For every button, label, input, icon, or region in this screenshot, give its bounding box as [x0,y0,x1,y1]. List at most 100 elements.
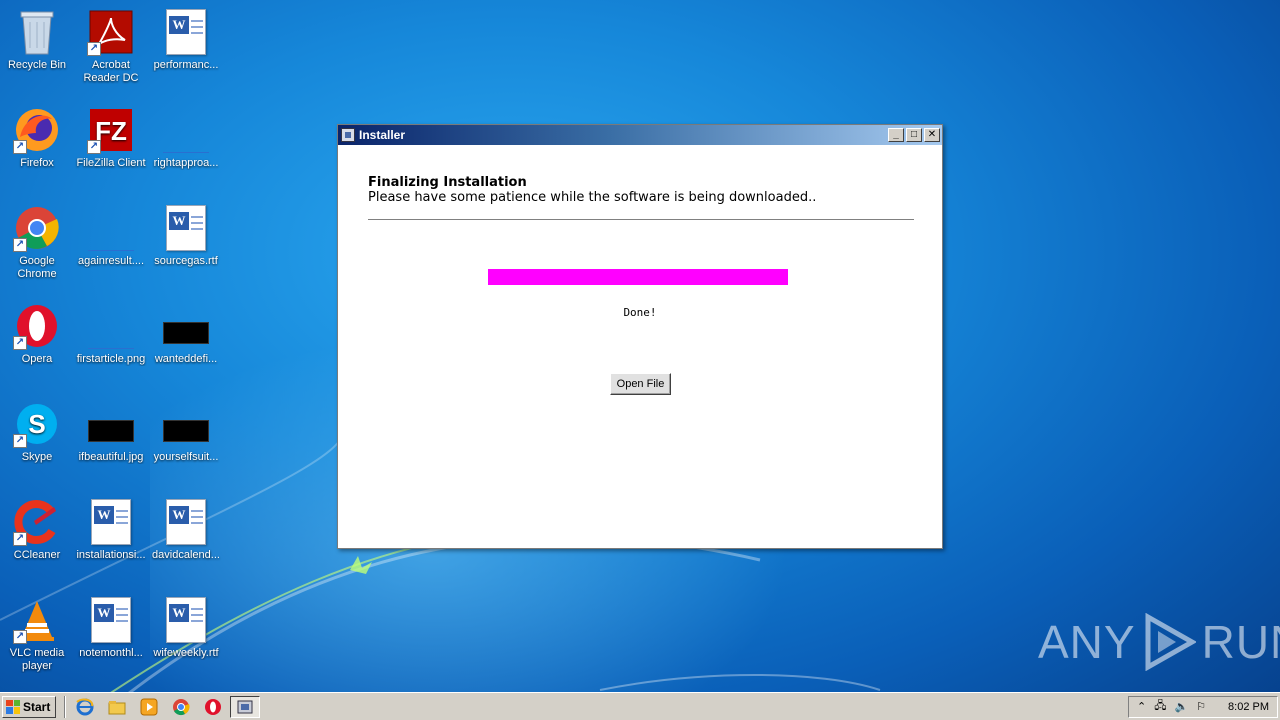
windows-logo-icon [6,699,20,714]
desktop-icon-file[interactable]: W wifeweekly.rtf [149,596,223,686]
close-button[interactable]: ✕ [924,128,940,142]
desktop-icon-label: davidcalend... [152,549,220,561]
anyrun-watermark: ANY RUN [1038,612,1280,672]
shortcut-arrow-icon: ↗ [13,140,27,154]
maximize-button[interactable]: □ [906,128,922,142]
shortcut-arrow-icon: ↗ [87,140,101,154]
volume-icon[interactable]: 🔈 [1174,700,1188,713]
desktop-icon-file[interactable]: wanteddefi... [149,302,223,392]
desktop-icon-filezilla[interactable]: FZ ↗ FileZilla Client [74,106,148,196]
desktop-icon-file[interactable]: W performanc... [149,8,223,98]
file-explorer-icon[interactable] [106,696,128,718]
desktop-icon-label: FileZilla Client [76,157,146,169]
word-document-icon: W [87,596,135,644]
desktop-icon-label: ifbeautiful.jpg [78,451,144,463]
watermark-right: RUN [1201,616,1280,668]
internet-explorer-icon[interactable] [74,696,96,718]
clock[interactable]: 8:02 PM [1228,701,1269,713]
desktop-icon-label: Firefox [20,157,54,169]
desktop-icon-acrobat-reader[interactable]: ↗ Acrobat Reader DC [74,8,148,98]
opera-icon: ↗ [13,302,61,350]
start-button[interactable]: Start [2,695,57,718]
action-center-flag-icon[interactable]: ⚐ [1196,700,1206,713]
desktop-icon-label: firstarticle.png [76,353,146,365]
desktop-icon-label: Recycle Bin [7,59,67,71]
desktop-icon-file[interactable]: yourselfsuit... [149,400,223,490]
word-document-icon: W [87,498,135,546]
system-tray: ⌃ 🖧 🔈 ⚐ 8:02 PM [1127,695,1278,718]
shortcut-arrow-icon: ↗ [13,630,27,644]
desktop-icon-skype[interactable]: S ↗ Skype [0,400,74,490]
desktop-icon-file[interactable]: W notemonthl... [74,596,148,686]
installer-app-icon [341,128,355,142]
desktop-icon-file[interactable]: W installationsi... [74,498,148,588]
window-controls: _ □ ✕ [888,128,942,142]
installer-heading: Finalizing Installation [368,175,527,190]
taskbar-installer-button[interactable] [230,695,261,718]
installer-body: Finalizing Installation Please have some… [338,145,942,548]
image-file-icon [162,302,210,350]
desktop-icon-file[interactable]: againresult.... [74,204,148,294]
ccleaner-icon: ↗ [13,498,61,546]
desktop-icon-file[interactable]: rightapproa... [149,106,223,196]
opera-taskbar-icon[interactable] [202,696,224,718]
installer-taskbar-icon [237,700,253,713]
word-document-icon: W [162,204,210,252]
open-file-button[interactable]: Open File [610,373,671,395]
shortcut-arrow-icon: ↗ [13,532,27,546]
desktop-icon-label: performanc... [153,59,219,71]
installer-titlebar[interactable]: Installer _ □ ✕ [338,125,942,145]
desktop-icon-file[interactable]: ifbeautiful.jpg [74,400,148,490]
desktop-icon-label: Skype [21,451,53,463]
quick-launch [74,696,224,718]
desktop-icon-file[interactable]: firstarticle.png [74,302,148,392]
status-text: Done! [623,306,657,319]
blank-file-icon [87,204,135,252]
desktop-icon-label: wanteddefi... [154,353,218,365]
desktop-icon-label: CCleaner [13,549,61,561]
word-document-icon: W [162,8,210,56]
network-icon[interactable]: 🖧 [1154,697,1166,716]
media-player-icon[interactable] [138,696,160,718]
desktop-icon-label: yourselfsuit... [153,451,219,463]
desktop-icon-label: sourcegas.rtf [154,255,218,267]
shortcut-arrow-icon: ↗ [13,434,27,448]
image-file-icon [162,400,210,448]
blank-file-icon [162,106,210,154]
progress-bar [488,269,788,285]
progress-bar-fill [488,269,788,285]
vlc-icon: ↗ [13,596,61,644]
desktop-icon-google-chrome[interactable]: ↗ Google Chrome [0,204,74,294]
divider [368,219,914,221]
desktop-icon-opera[interactable]: ↗ Opera [0,302,74,392]
window-title: Installer [359,128,406,142]
desktop-icon-label: Opera [21,353,53,365]
shortcut-arrow-icon: ↗ [13,238,27,252]
taskbar-separator [64,695,67,718]
desktop-icon-vlc[interactable]: ↗ VLC media player [0,596,74,686]
desktop-icon-file[interactable]: W davidcalend... [149,498,223,588]
chrome-icon: ↗ [13,204,61,252]
desktop-icon-label: rightapproa... [153,157,219,169]
word-document-icon: W [162,596,210,644]
start-label: Start [23,699,51,714]
desktop-icon-recycle-bin[interactable]: Recycle Bin [0,8,74,98]
desktop-icon-label: Acrobat Reader DC [83,59,139,84]
desktop-icon-label: installationsi... [76,549,146,561]
svg-text:S: S [28,409,45,439]
play-logo-icon [1145,613,1196,671]
desktop-icon-ccleaner[interactable]: ↗ CCleaner [0,498,74,588]
recycle-bin-icon [13,8,61,56]
minimize-button[interactable]: _ [888,128,904,142]
desktop-icon-firefox[interactable]: ↗ Firefox [0,106,74,196]
show-hidden-icons-icon[interactable]: ⌃ [1137,700,1146,713]
taskbar: Start ⌃ 🖧 🔈 ⚐ 8:02 PM [0,692,1280,720]
installer-window[interactable]: Installer _ □ ✕ Finalizing Installation … [337,124,943,549]
blank-file-icon [87,302,135,350]
chrome-taskbar-icon[interactable] [170,696,192,718]
desktop-icon-label: Google Chrome [17,255,57,280]
shortcut-arrow-icon: ↗ [13,336,27,350]
desktop-icon-label: notemonthl... [79,647,143,659]
desktop-icon-file[interactable]: W sourcegas.rtf [149,204,223,294]
desktop-icon-label: againresult.... [77,255,145,267]
